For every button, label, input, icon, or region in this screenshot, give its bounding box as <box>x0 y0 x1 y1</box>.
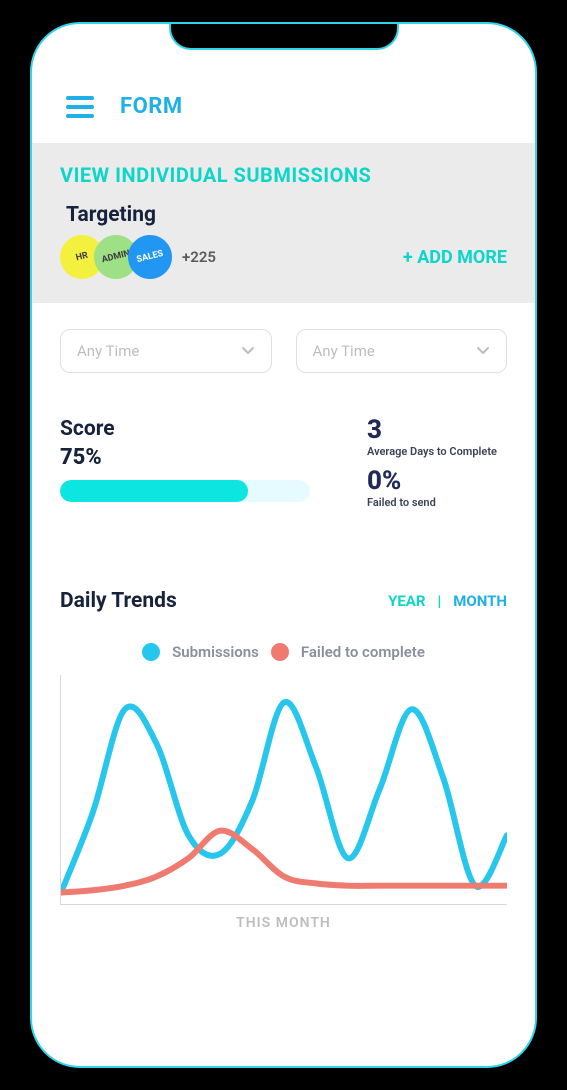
app-header: FORM <box>32 84 535 143</box>
chevron-down-icon <box>476 344 490 358</box>
avg-days-label: Average Days to Complete <box>367 445 507 458</box>
chip-overflow-count[interactable]: +225 <box>182 248 216 266</box>
add-more-button[interactable]: + ADD MORE <box>403 247 507 268</box>
targeting-chips: HR ADMIN SALES +225 <box>60 235 216 279</box>
phone-frame: FORM VIEW INDIVIDUAL SUBMISSIONS Targeti… <box>30 22 537 1068</box>
submissions-panel: VIEW INDIVIDUAL SUBMISSIONS Targeting HR… <box>32 143 535 303</box>
chip-sales[interactable]: SALES <box>123 230 176 283</box>
targeting-label: Targeting <box>60 203 507 227</box>
failed-label: Failed to send <box>367 496 507 509</box>
range-separator: | <box>437 592 441 610</box>
avg-days-value: 3 <box>367 417 507 443</box>
legend-dot-submissions <box>142 643 160 661</box>
filter-left-value: Any Time <box>77 342 139 360</box>
trends-title: Daily Trends <box>60 589 177 613</box>
app-title: FORM <box>120 94 183 119</box>
chevron-down-icon <box>241 344 255 358</box>
range-month[interactable]: MONTH <box>453 592 507 610</box>
targeting-row: HR ADMIN SALES +225 + ADD MORE <box>60 235 507 279</box>
menu-icon[interactable] <box>66 96 94 118</box>
range-year[interactable]: YEAR <box>388 592 425 610</box>
score-section: Score 75% 3 Average Days to Complete 0% … <box>32 373 535 519</box>
filter-select-left[interactable]: Any Time <box>60 329 272 373</box>
filter-row: Any Time Any Time <box>32 303 535 373</box>
failed-value: 0% <box>367 468 507 494</box>
chart-container: THIS MONTH <box>32 675 535 931</box>
score-progress <box>60 480 310 502</box>
legend-dot-failed <box>271 643 289 661</box>
legend-label-submissions: Submissions <box>172 643 259 661</box>
score-value: 75% <box>60 445 337 470</box>
score-left: Score 75% <box>60 417 337 519</box>
chart-legend: Submissions Failed to complete <box>32 613 535 675</box>
score-title: Score <box>60 417 337 441</box>
chart-x-label: THIS MONTH <box>60 915 507 931</box>
legend-label-failed: Failed to complete <box>301 643 425 661</box>
range-switch: YEAR | MONTH <box>388 592 507 610</box>
filter-select-right[interactable]: Any Time <box>296 329 508 373</box>
trends-header: Daily Trends YEAR | MONTH <box>32 519 535 613</box>
score-right: 3 Average Days to Complete 0% Failed to … <box>367 417 507 519</box>
trends-chart <box>60 675 507 905</box>
panel-title[interactable]: VIEW INDIVIDUAL SUBMISSIONS <box>60 163 507 187</box>
score-progress-fill <box>60 480 248 502</box>
screen: FORM VIEW INDIVIDUAL SUBMISSIONS Targeti… <box>32 24 535 1066</box>
filter-right-value: Any Time <box>313 342 375 360</box>
